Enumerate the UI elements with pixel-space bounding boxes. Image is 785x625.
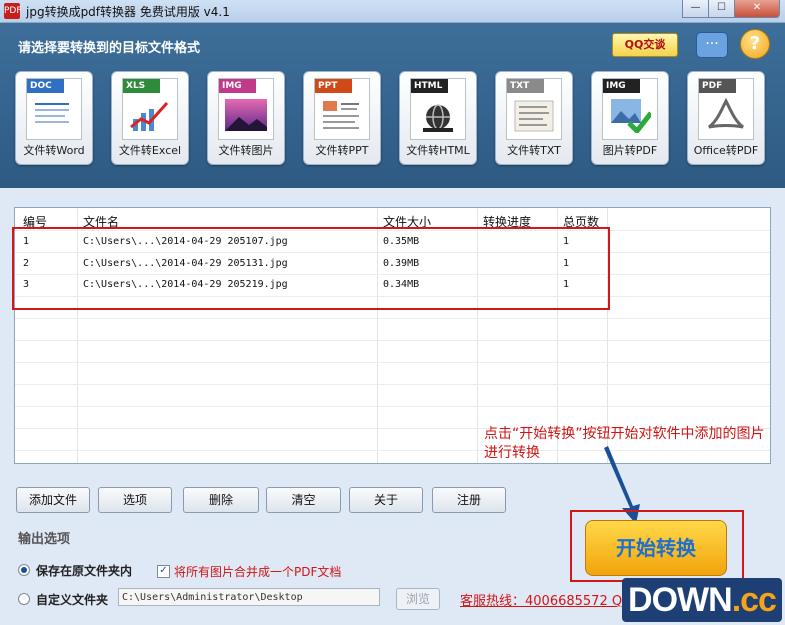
save-original-radio[interactable] [18, 564, 30, 576]
image-to-pdf-icon: IMG [602, 78, 658, 140]
register-button[interactable]: 注册 [432, 487, 506, 513]
window-title: jpg转换成pdf转换器 免费试用版 v4.1 [26, 5, 230, 19]
options-button[interactable]: 选项 [98, 487, 172, 513]
close-button[interactable]: ✕ [734, 0, 780, 18]
question-icon[interactable]: ? [740, 29, 770, 59]
start-conversion-button[interactable]: 开始转换 [585, 520, 727, 576]
merge-pdf-checkbox[interactable]: ✓ [157, 565, 170, 578]
image-photo-icon: IMG [218, 78, 274, 140]
add-file-button[interactable]: 添加文件 [16, 487, 90, 513]
tool-image-to-pdf[interactable]: IMG 图片转PDF [591, 71, 669, 165]
word-doc-icon: DOC [26, 78, 82, 140]
clear-button[interactable]: 清空 [266, 487, 341, 513]
ppt-slide-icon: PPT [314, 78, 370, 140]
txt-document-icon: TXT [506, 78, 562, 140]
tool-office-to-pdf[interactable]: PDF Office转PDF [687, 71, 765, 165]
output-options-label: 输出选项 [18, 532, 71, 547]
watermark-logo: DOWN.cc [622, 578, 782, 622]
tool-label: 文件转图片 [218, 144, 274, 157]
tool-file-to-excel[interactable]: XLS 文件转Excel [111, 71, 189, 165]
format-header: 请选择要转换到的目标文件格式 QQ交谈 ··· ? DOC 文件转Word XL… [0, 23, 785, 188]
hotline-link[interactable]: 客服热线：4006685572 QQ [460, 590, 632, 609]
about-button[interactable]: 关于 [349, 487, 423, 513]
speech-bubble-icon[interactable]: ··· [696, 32, 728, 58]
tool-label: 文件转HTML [406, 144, 470, 157]
delete-button[interactable]: 删除 [183, 487, 259, 513]
tool-label: 图片转PDF [602, 144, 658, 157]
tool-label: 文件转Excel [118, 144, 182, 157]
tool-file-to-word[interactable]: DOC 文件转Word [15, 71, 93, 165]
excel-chart-icon: XLS [122, 78, 178, 140]
format-prompt: 请选择要转换到的目标文件格式 [18, 41, 201, 56]
minimize-button[interactable]: — [682, 0, 709, 18]
browse-button[interactable]: 浏览 [396, 588, 440, 610]
app-icon: PDF [4, 3, 22, 19]
output-path-field[interactable]: C:\Users\Administrator\Desktop [118, 588, 380, 606]
pdf-acrobat-icon: PDF [698, 78, 754, 140]
tool-file-to-ppt[interactable]: PPT 文件转PPT [303, 71, 381, 165]
maximize-button[interactable]: ☐ [708, 0, 735, 18]
tool-label: 文件转PPT [315, 144, 369, 157]
rows-highlight-box [12, 227, 610, 310]
tool-file-to-image[interactable]: IMG 文件转图片 [207, 71, 285, 165]
qq-chat-button[interactable]: QQ交谈 [612, 33, 678, 57]
tool-file-to-txt[interactable]: TXT 文件转TXT [495, 71, 573, 165]
tool-label: 文件转Word [23, 144, 85, 157]
title-bar: PDF jpg转换成pdf转换器 免费试用版 v4.1 — ☐ ✕ [0, 0, 785, 23]
tool-label: 文件转TXT [507, 144, 561, 157]
html-globe-icon: HTML [410, 78, 466, 140]
custom-folder-radio[interactable] [18, 593, 30, 605]
tool-label: Office转PDF [693, 144, 759, 157]
tool-file-to-html[interactable]: HTML 文件转HTML [399, 71, 477, 165]
merge-pdf-label[interactable]: 将所有图片合并成一个PDF文档 [174, 563, 341, 580]
save-original-label[interactable]: 保存在原文件夹内 [36, 562, 132, 579]
custom-folder-label[interactable]: 自定义文件夹 [36, 591, 108, 608]
